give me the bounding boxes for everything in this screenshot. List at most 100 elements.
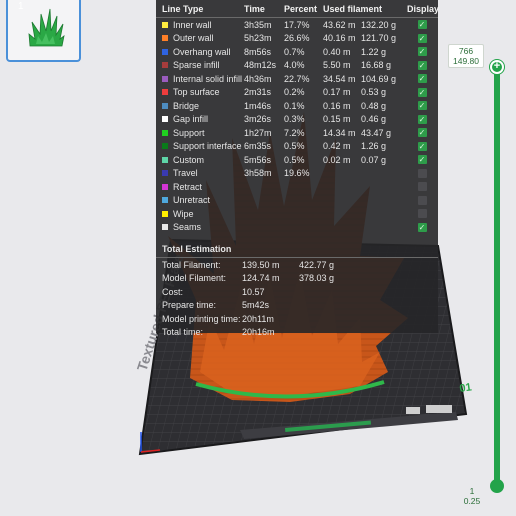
bottom-layer-number: 1 bbox=[469, 486, 475, 496]
header-percent: Percent bbox=[284, 3, 318, 14]
display-cell bbox=[407, 195, 437, 205]
line-length: 0.15 m bbox=[323, 114, 351, 125]
display-checkbox[interactable]: ✓ bbox=[417, 60, 427, 70]
line-color-swatch bbox=[162, 129, 168, 136]
layer-slider-top-handle[interactable]: + bbox=[490, 60, 504, 74]
line-type-label: Support interface bbox=[173, 141, 242, 152]
total-label: Model Filament: bbox=[162, 273, 227, 284]
line-type-row: Outer wall 5h23m 26.6% 40.16 m 121.70 g ✓ bbox=[156, 32, 438, 46]
line-length: 0.17 m bbox=[323, 87, 351, 98]
line-type-row: Support 1h27m 7.2% 14.34 m 43.47 g ✓ bbox=[156, 126, 438, 140]
line-color-swatch bbox=[162, 143, 168, 150]
line-weight: 0.53 g bbox=[361, 87, 387, 98]
display-checkbox[interactable]: ✓ bbox=[417, 87, 427, 97]
layer-slider-track[interactable] bbox=[494, 67, 500, 485]
line-color-swatch bbox=[162, 62, 168, 69]
display-checkbox[interactable]: ✓ bbox=[417, 155, 427, 165]
header-used-filament: Used filament bbox=[323, 3, 383, 14]
line-weight: 1.22 g bbox=[361, 46, 387, 57]
line-percent: 4.0% bbox=[284, 60, 305, 71]
line-weight: 0.48 g bbox=[361, 100, 387, 111]
line-type-cell: Wipe bbox=[162, 209, 244, 219]
line-color-swatch bbox=[162, 102, 168, 109]
line-length: 5.50 m bbox=[323, 60, 351, 71]
line-color-swatch bbox=[162, 170, 168, 177]
display-checkbox[interactable]: ✓ bbox=[417, 114, 427, 124]
line-time: 5h23m bbox=[244, 33, 272, 44]
display-checkbox[interactable]: ✓ bbox=[417, 20, 427, 30]
line-type-row: Unretract bbox=[156, 194, 438, 208]
line-type-cell: Gap infill bbox=[162, 114, 244, 124]
total-value-1: 10.57 bbox=[242, 286, 265, 297]
line-percent: 26.6% bbox=[284, 33, 310, 44]
display-checkbox[interactable]: ✓ bbox=[417, 128, 427, 138]
display-checkbox[interactable]: ✓ bbox=[417, 141, 427, 151]
layer-slider-bottom-label: 1 0.25 bbox=[456, 486, 488, 506]
line-type-label: Internal solid infill bbox=[173, 73, 243, 84]
line-color-swatch bbox=[162, 116, 168, 123]
line-type-row: Retract bbox=[156, 180, 438, 194]
line-weight: 43.47 g bbox=[361, 127, 392, 138]
line-color-swatch bbox=[162, 224, 168, 231]
line-type-row: Top surface 2m31s 0.2% 0.17 m 0.53 g ✓ bbox=[156, 86, 438, 100]
line-type-label: Inner wall bbox=[173, 19, 212, 30]
total-row: Model printing time: 20h11m bbox=[156, 312, 438, 326]
line-type-cell: Bridge bbox=[162, 101, 244, 111]
line-type-label: Wipe bbox=[173, 208, 194, 219]
plate-logo-text bbox=[426, 405, 452, 413]
line-type-header: Line Type Time Percent Used filament Dis… bbox=[156, 0, 440, 18]
line-percent: 0.1% bbox=[284, 100, 305, 111]
line-type-row: Internal solid infill 4h36m 22.7% 34.54 m 10… bbox=[156, 72, 438, 86]
header-display: Display bbox=[407, 3, 440, 14]
line-type-label: Retract bbox=[173, 181, 203, 192]
display-checkbox[interactable] bbox=[417, 195, 427, 205]
display-checkbox[interactable] bbox=[417, 209, 427, 219]
line-type-label: Top surface bbox=[173, 87, 220, 98]
line-type-label: Support bbox=[173, 127, 205, 138]
line-weight: 0.07 g bbox=[361, 154, 387, 165]
top-layer-height: 149.80 bbox=[453, 56, 479, 66]
display-checkbox[interactable] bbox=[417, 168, 427, 178]
line-weight: 104.69 g bbox=[361, 73, 397, 84]
layer-slider-bottom-handle[interactable] bbox=[490, 479, 504, 493]
line-weight: 121.70 g bbox=[361, 33, 397, 44]
total-row: Total Filament: 139.50 m 422.77 g bbox=[156, 258, 438, 272]
line-percent: 19.6% bbox=[284, 168, 310, 179]
line-time: 8m56s bbox=[244, 46, 272, 57]
line-type-row: Overhang wall 8m56s 0.7% 0.40 m 1.22 g ✓ bbox=[156, 45, 438, 59]
line-type-row: Travel 3h58m 19.6% bbox=[156, 167, 438, 181]
display-checkbox[interactable] bbox=[417, 182, 427, 192]
line-percent: 7.2% bbox=[284, 127, 305, 138]
line-type-cell: Custom bbox=[162, 155, 244, 165]
display-cell bbox=[407, 182, 437, 192]
line-weight: 1.26 g bbox=[361, 141, 387, 152]
line-time: 5m56s bbox=[244, 154, 272, 165]
line-type-label: Gap infill bbox=[173, 114, 209, 125]
display-checkbox[interactable]: ✓ bbox=[417, 222, 427, 232]
line-time: 3h35m bbox=[244, 19, 272, 30]
line-type-row: Sparse infill 48m12s 4.0% 5.50 m 16.68 g ✓ bbox=[156, 59, 438, 73]
layer-slider-top-label: 766 149.80 bbox=[448, 44, 484, 68]
line-percent: 22.7% bbox=[284, 73, 310, 84]
total-label: Cost: bbox=[162, 286, 184, 297]
top-layer-number: 766 bbox=[458, 46, 474, 56]
display-checkbox[interactable]: ✓ bbox=[417, 101, 427, 111]
line-time: 48m12s bbox=[244, 60, 277, 71]
line-type-cell: Travel bbox=[162, 168, 244, 178]
total-label: Total time: bbox=[162, 327, 204, 338]
header-time: Time bbox=[244, 3, 265, 14]
display-cell: ✓ bbox=[407, 74, 437, 84]
display-checkbox[interactable]: ✓ bbox=[417, 33, 427, 43]
total-label: Model printing time: bbox=[162, 313, 241, 324]
display-checkbox[interactable]: ✓ bbox=[417, 74, 427, 84]
header-line-type: Line Type bbox=[162, 3, 204, 14]
line-type-row: Bridge 1m46s 0.1% 0.16 m 0.48 g ✓ bbox=[156, 99, 438, 113]
line-length: 40.16 m bbox=[323, 33, 356, 44]
line-weight: 0.46 g bbox=[361, 114, 387, 125]
line-time: 6m35s bbox=[244, 141, 272, 152]
line-type-row: Seams ✓ bbox=[156, 221, 438, 235]
line-length: 0.16 m bbox=[323, 100, 351, 111]
display-checkbox[interactable]: ✓ bbox=[417, 47, 427, 57]
total-label: Total Filament: bbox=[162, 259, 221, 270]
line-type-label: Custom bbox=[173, 154, 205, 165]
